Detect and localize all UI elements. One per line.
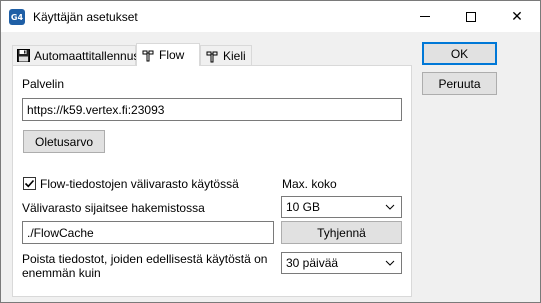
delete-age-select[interactable]: 30 päivää (281, 252, 402, 274)
chevron-down-icon (385, 260, 395, 266)
cache-directory-label: Välivarasto sijaitsee hakemistossa (22, 201, 205, 215)
tab-label: Flow (159, 48, 185, 62)
dialog-client-area: Automaattitallennus Flow Kieli Palvelin … (1, 32, 540, 302)
minimize-icon (420, 16, 430, 17)
tab-label: Kieli (223, 48, 246, 63)
maximize-button[interactable] (448, 1, 494, 32)
cache-enabled-checkbox[interactable] (23, 177, 36, 190)
tab-flow[interactable]: Flow (136, 43, 200, 66)
max-size-select[interactable]: 10 GB (281, 196, 402, 218)
server-input[interactable]: https://k59.vertex.fi:23093 (22, 98, 402, 121)
default-value-button[interactable]: Oletusarvo (23, 130, 105, 153)
close-icon: ✕ (511, 8, 523, 24)
maximize-icon (466, 11, 476, 22)
tools-icon (205, 49, 219, 63)
cache-enabled-label[interactable]: Flow-tiedostojen välivarasto käytössä (40, 177, 239, 191)
app-icon: G4 (9, 9, 25, 25)
flow-tab-panel: Palvelin https://k59.vertex.fi:23093 Ole… (12, 65, 412, 297)
cancel-button[interactable]: Peruuta (422, 72, 497, 95)
max-size-value: 10 GB (286, 200, 321, 214)
tab-kieli[interactable]: Kieli (200, 45, 252, 65)
cache-directory-input[interactable]: ./FlowCache (22, 221, 274, 244)
tools-icon (141, 48, 155, 62)
delete-files-label: Poista tiedostot, joiden edellisestä käy… (22, 252, 267, 280)
delete-files-label-line1: Poista tiedostot, joiden edellisestä käy… (22, 252, 268, 266)
floppy-disk-icon (17, 49, 30, 63)
server-label: Palvelin (22, 77, 65, 91)
close-button[interactable]: ✕ (494, 1, 540, 32)
settings-window: G4 Käyttäjän asetukset ✕ Automaattitalle… (0, 0, 541, 303)
delete-age-value: 30 päivää (286, 256, 339, 270)
max-size-label: Max. koko (282, 177, 337, 191)
clear-cache-button[interactable]: Tyhjennä (281, 221, 402, 244)
ok-button[interactable]: OK (422, 42, 497, 65)
tab-label: Automaattitallennus (34, 48, 140, 63)
tab-automaattitallennus[interactable]: Automaattitallennus (12, 45, 140, 65)
minimize-button[interactable] (402, 1, 448, 32)
delete-files-label-line2: enemmän kuin (22, 266, 101, 280)
chevron-down-icon (385, 204, 395, 210)
checkmark-icon (24, 179, 35, 188)
window-title: Käyttäjän asetukset (33, 10, 138, 24)
title-bar[interactable]: G4 Käyttäjän asetukset ✕ (1, 1, 540, 32)
